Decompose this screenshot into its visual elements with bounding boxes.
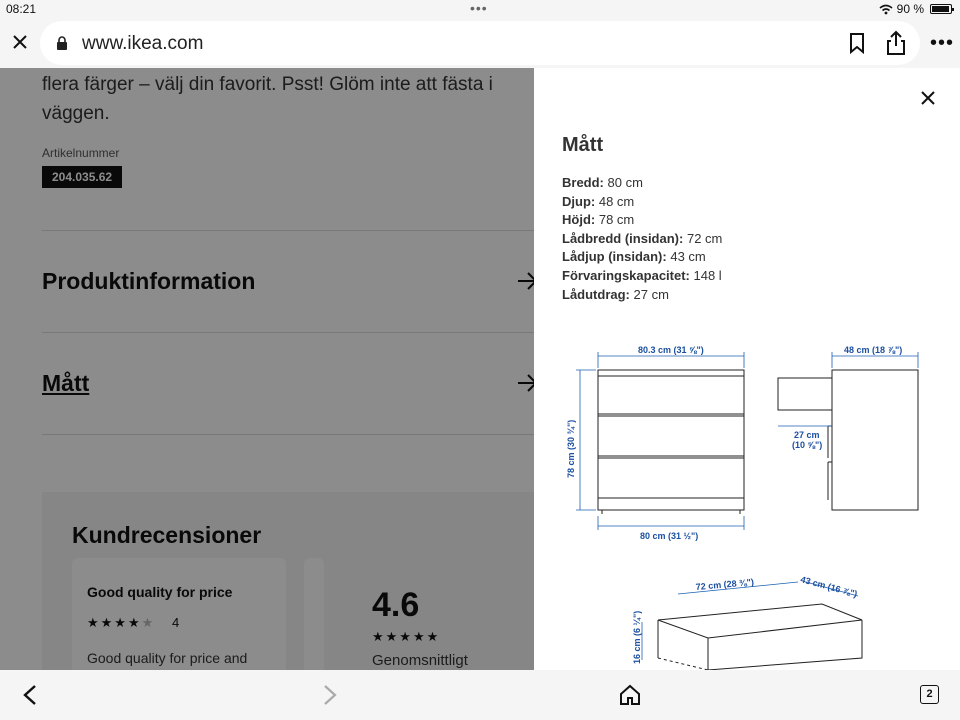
svg-text:48 cm (18 ⅞"): 48 cm (18 ⅞") [844, 345, 902, 355]
dimension-diagram: 80.3 cm (31 ⅝") 48 cm (18 ⅞") 80 cm (31 … [566, 345, 919, 670]
svg-text:(10 ⅝"): (10 ⅝") [792, 440, 822, 450]
svg-text:72 cm (28 ⅜"): 72 cm (28 ⅜") [695, 577, 754, 592]
share-icon[interactable] [884, 30, 908, 56]
tabs-button[interactable]: 2 [920, 685, 939, 704]
web-page: flera färger – välj din favorit. Psst! G… [0, 68, 960, 670]
browser-toolbar: www.ikea.com ••• [0, 18, 960, 68]
dimensions-panel: Mått Bredd: 80 cm Djup: 48 cm Höjd: 78 c… [534, 68, 960, 670]
spec-row: Höjd: 78 cm [562, 212, 635, 228]
wifi-icon [879, 4, 893, 14]
battery-percent: 90 % [896, 2, 924, 16]
svg-text:16 cm (6 ¼"): 16 cm (6 ¼") [632, 611, 642, 664]
home-icon[interactable] [619, 684, 641, 706]
spec-row: Bredd: 80 cm [562, 175, 643, 190]
modal-backdrop[interactable] [0, 68, 534, 670]
spec-row: Lådbredd (insidan): 72 cm [562, 230, 723, 246]
more-options-icon[interactable]: ••• [930, 32, 954, 55]
svg-text:80 cm (31 ½"): 80 cm (31 ½") [640, 531, 698, 541]
svg-text:80.3 cm (31 ⅝"): 80.3 cm (31 ⅝") [638, 345, 704, 355]
back-icon[interactable] [22, 684, 38, 706]
lock-icon [57, 36, 67, 50]
spec-list: Bredd: 80 cm Djup: 48 cm Höjd: 78 cm Låd… [562, 174, 722, 304]
status-bar: 08:21 ••• 90 % [0, 0, 960, 18]
forward-icon[interactable] [322, 684, 338, 706]
bookmark-icon[interactable] [846, 32, 868, 54]
address-bar[interactable]: www.ikea.com [40, 21, 920, 65]
spec-row: Djup: 48 cm [562, 193, 635, 209]
clock: 08:21 [6, 2, 37, 16]
close-icon[interactable] [920, 90, 936, 106]
multitask-dots-icon[interactable]: ••• [470, 0, 488, 16]
url-text: www.ikea.com [82, 33, 204, 54]
spec-row: Lådjup (insidan): 43 cm [562, 249, 706, 265]
spec-row: Förvaringskapacitet: 148 l [562, 267, 722, 283]
svg-text:78 cm (30 ¾"): 78 cm (30 ¾") [566, 420, 576, 478]
close-icon[interactable] [10, 32, 30, 52]
spec-row: Lådutdrag: 27 cm [562, 286, 669, 302]
panel-title: Mått [562, 134, 604, 156]
svg-text:27 cm: 27 cm [794, 430, 820, 440]
svg-text:43 cm (16 ⅞"): 43 cm (16 ⅞") [799, 574, 858, 599]
bottom-toolbar: 2 [0, 670, 960, 720]
tab-count: 2 [926, 688, 933, 700]
battery-icon [930, 4, 954, 14]
